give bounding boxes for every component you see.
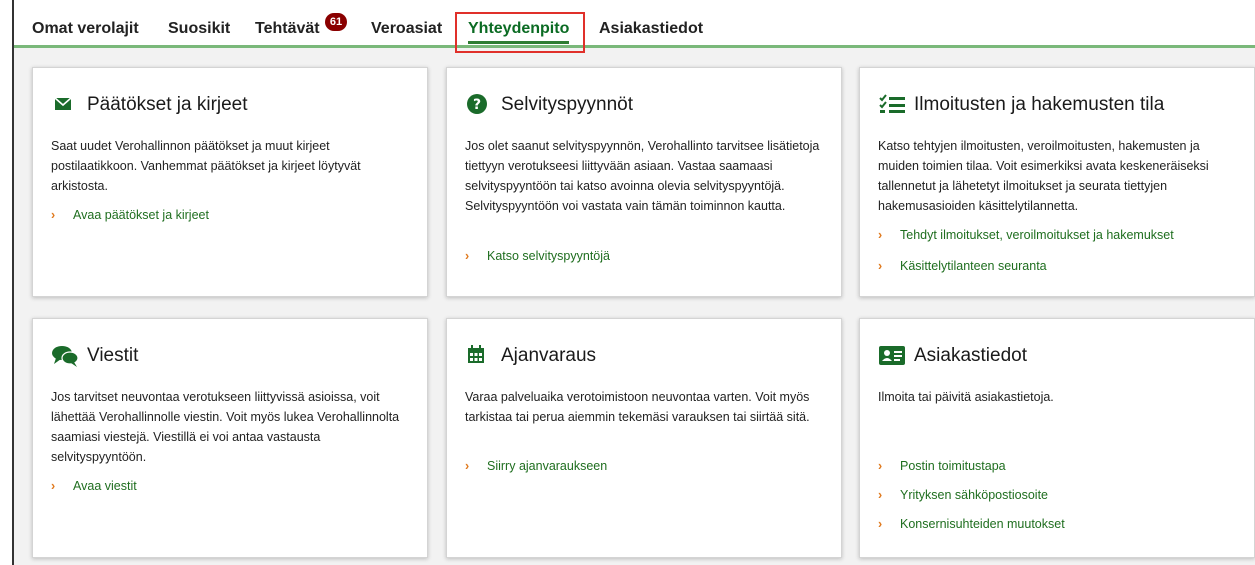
- svg-text:?: ?: [473, 97, 481, 113]
- card-description: Jos olet saanut selvityspyynnön, Verohal…: [465, 139, 820, 213]
- tasks-count-badge: 61: [325, 13, 347, 31]
- link-kasittelytilanteen-seuranta[interactable]: › Käsittelytilanteen seuranta: [878, 259, 1047, 273]
- chevron-right-icon: ›: [465, 249, 470, 263]
- id-card-icon: [878, 343, 906, 369]
- link-avaa-viestit[interactable]: › Avaa viestit: [51, 479, 137, 493]
- card-ilmoitusten-tila: Ilmoitusten ja hakemusten tila Katso teh…: [859, 67, 1255, 297]
- card-title: Ajanvaraus: [501, 345, 597, 366]
- card-title: Päätökset ja kirjeet: [87, 94, 248, 115]
- card-title: Asiakastiedot: [914, 345, 1028, 366]
- chevron-right-icon: ›: [878, 259, 883, 273]
- card-description: Saat uudet Verohallinnon päätökset ja mu…: [51, 139, 361, 193]
- link-postin-toimitustapa[interactable]: › Postin toimitustapa: [878, 459, 1006, 473]
- card-viestit: Viestit Jos tarvitset neuvontaa verotuks…: [32, 318, 428, 558]
- envelope-icon: [51, 92, 79, 118]
- nav-item-yhteydenpito-label: Yhteydenpito: [468, 20, 570, 37]
- chevron-right-icon: ›: [878, 228, 883, 242]
- card-description: Varaa palveluaika verotoimistoon neuvont…: [465, 390, 810, 424]
- chevron-right-icon: ›: [51, 479, 56, 493]
- link-konsernisuhteiden-muutokset[interactable]: › Konsernisuhteiden muutokset: [878, 517, 1065, 531]
- card-paatokset-ja-kirjeet: Päätökset ja kirjeet Saat uudet Verohall…: [32, 67, 428, 297]
- question-icon: ?: [465, 92, 493, 118]
- nav-item-veroasiat[interactable]: Veroasiat: [371, 20, 442, 38]
- calendar-icon: [465, 343, 493, 369]
- chevron-right-icon: ›: [878, 517, 883, 531]
- chevron-right-icon: ›: [878, 488, 883, 502]
- chat-bubbles-icon: [51, 343, 79, 369]
- nav-item-suosikit[interactable]: Suosikit: [168, 20, 230, 38]
- nav-item-tehtavat-label: Tehtävät: [255, 20, 320, 37]
- nav-item-omat-verolajit[interactable]: Omat verolajit: [32, 20, 139, 38]
- chevron-right-icon: ›: [51, 208, 56, 222]
- card-title: Selvityspyynnöt: [501, 94, 634, 115]
- chevron-right-icon: ›: [878, 459, 883, 473]
- app-frame: Omat verolajit Suosikit Tehtävät 61 Vero…: [12, 0, 1255, 565]
- card-title: Ilmoitusten ja hakemusten tila: [914, 94, 1165, 115]
- link-label: Siirry ajanvaraukseen: [487, 459, 608, 473]
- link-label: Katso selvityspyyntöjä: [487, 249, 610, 263]
- nav-item-asiakastiedot[interactable]: Asiakastiedot: [599, 20, 703, 38]
- active-tab-underline: [468, 41, 570, 44]
- chevron-right-icon: ›: [465, 459, 470, 473]
- link-siirry-ajanvaraukseen[interactable]: › Siirry ajanvaraukseen: [465, 459, 607, 473]
- link-label: Postin toimitustapa: [900, 459, 1006, 473]
- link-label: Käsittelytilanteen seuranta: [900, 259, 1047, 273]
- card-selvityspyynnot: ? Selvityspyynnöt Jos olet saanut selvit…: [446, 67, 842, 297]
- card-asiakastiedot: Asiakastiedot Ilmoita tai päivitä asiaka…: [859, 318, 1255, 558]
- link-katso-selvityspyyntoja[interactable]: › Katso selvityspyyntöjä: [465, 249, 610, 263]
- card-description: Ilmoita tai päivitä asiakastietoja.: [878, 390, 1054, 404]
- card-ajanvaraus: Ajanvaraus Varaa palveluaika verotoimist…: [446, 318, 842, 558]
- link-label: Avaa viestit: [73, 479, 137, 493]
- nav-item-tehtavat[interactable]: Tehtävät 61: [255, 13, 347, 38]
- checklist-icon: [878, 92, 906, 118]
- link-label: Konsernisuhteiden muutokset: [900, 517, 1065, 531]
- link-avaa-paatokset[interactable]: › Avaa päätökset ja kirjeet: [51, 208, 209, 222]
- link-label: Avaa päätökset ja kirjeet: [73, 208, 209, 222]
- nav-item-yhteydenpito[interactable]: Yhteydenpito: [468, 20, 570, 44]
- card-description: Katso tehtyjen ilmoitusten, veroilmoitus…: [878, 139, 1209, 213]
- link-label: Yrityksen sähköpostiosoite: [900, 488, 1048, 502]
- card-description: Jos tarvitset neuvontaa verotukseen liit…: [51, 390, 400, 464]
- main-nav: Omat verolajit Suosikit Tehtävät 61 Vero…: [14, 0, 1255, 48]
- link-yrityksen-sahkopostiosoite[interactable]: › Yrityksen sähköpostiosoite: [878, 488, 1048, 502]
- link-label: Tehdyt ilmoitukset, veroilmoitukset ja h…: [900, 228, 1174, 242]
- card-title: Viestit: [87, 345, 139, 366]
- link-tehdyt-ilmoitukset[interactable]: › Tehdyt ilmoitukset, veroilmoitukset ja …: [878, 228, 1174, 242]
